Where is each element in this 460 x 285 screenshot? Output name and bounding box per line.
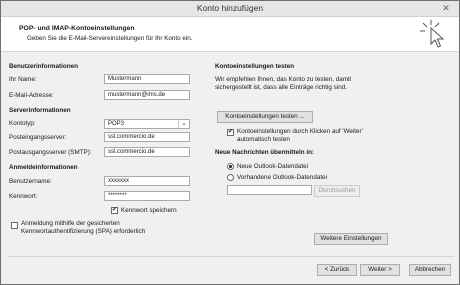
spa-label: Anmeldung mithilfe der gesicherten Kennw… <box>21 220 145 236</box>
dialog-window: Konto hinzufügen ✕ POP- und IMAP-Kontoei… <box>0 0 460 285</box>
test-description-line1: Wir empfehlen Ihnen, das Konto zu testen… <box>215 76 352 83</box>
new-data-file-label: Neue Outlook-Datendatei <box>237 163 309 170</box>
name-label: Ihr Name: <box>9 76 37 83</box>
cursor-click-icon <box>420 20 445 48</box>
incoming-server-label: Posteingangsserver: <box>9 134 67 141</box>
close-button[interactable]: ✕ <box>439 3 453 14</box>
deliver-heading: Neue Nachrichten übermitteln in: <box>215 149 315 156</box>
spa-checkbox[interactable] <box>11 222 18 229</box>
account-type-value: POP3 <box>108 121 125 127</box>
test-description-line2: sichergestellt ist, dass alle Einträge r… <box>215 84 347 91</box>
more-settings-button[interactable]: Weitere Einstellungen <box>314 233 388 245</box>
user-info-heading: Benutzerinformationen <box>9 63 78 70</box>
auto-test-checkbox[interactable]: ✔ <box>227 129 234 136</box>
browse-button[interactable]: Durchsuchen <box>314 185 360 197</box>
test-settings-heading: Kontoeinstellungen testen <box>215 63 295 70</box>
cancel-button[interactable]: Abbrechen <box>409 264 451 276</box>
data-file-path-field[interactable] <box>227 185 312 195</box>
login-info-heading: Anmeldeinformationen <box>9 164 78 171</box>
account-type-select[interactable]: POP3 ⌄ <box>104 119 190 129</box>
outgoing-server-label: Postausgangsserver (SMTP): <box>9 149 92 156</box>
name-field[interactable]: Mustermann <box>104 74 190 84</box>
next-button[interactable]: Weiter > <box>360 264 400 276</box>
outgoing-server-field[interactable]: ssl.commercio.de <box>104 147 190 157</box>
title-bar: Konto hinzufügen ✕ <box>1 1 459 17</box>
password-field[interactable]: ******** <box>104 191 190 201</box>
account-type-label: Kontotyp: <box>9 120 36 127</box>
existing-data-file-label: Vorhandene Outlook-Datendatei <box>237 174 327 181</box>
password-label: Kennwort: <box>9 193 38 200</box>
email-field[interactable]: mustermann@ims.de <box>104 90 190 100</box>
new-data-file-radio[interactable] <box>227 163 234 170</box>
back-button[interactable]: < Zurück <box>317 264 357 276</box>
header-subtitle: Geben Sie die E-Mail-Servereinstellungen… <box>27 35 193 42</box>
email-label: E-Mail-Adresse: <box>9 92 54 99</box>
auto-test-label-line1: Kontoeinstellungen durch Klicken auf 'We… <box>237 128 363 135</box>
header-title: POP- und IMAP-Kontoeinstellungen <box>19 25 135 32</box>
incoming-server-field[interactable]: ssl.commercio.de <box>104 132 190 142</box>
footer-divider <box>8 256 454 257</box>
test-account-settings-button[interactable]: Kontoeinstellungen testen ... <box>217 111 313 123</box>
remember-password-checkbox[interactable]: ✔ <box>111 207 118 214</box>
server-info-heading: Serverinformationen <box>9 107 71 114</box>
spa-label-line2: Kennwortauthentifizierung (SPA) erforder… <box>21 228 146 235</box>
window-title: Konto hinzufügen <box>196 3 264 13</box>
auto-test-label: Kontoeinstellungen durch Klicken auf 'We… <box>237 128 363 144</box>
username-label: Benutzername: <box>9 178 52 185</box>
auto-test-label-line2: automatisch testen <box>237 136 290 143</box>
test-description: Wir empfehlen Ihnen, das Konto zu testen… <box>215 76 351 92</box>
wizard-header: POP- und IMAP-Kontoeinstellungen Geben S… <box>1 17 459 52</box>
remember-password-label: Kennwort speichern <box>121 207 177 214</box>
existing-data-file-radio[interactable] <box>227 174 234 181</box>
username-field[interactable]: xxxxxxx <box>104 176 190 186</box>
chevron-down-icon: ⌄ <box>178 120 189 128</box>
spa-label-line1: Anmeldung mithilfe der gesicherten <box>21 220 120 227</box>
